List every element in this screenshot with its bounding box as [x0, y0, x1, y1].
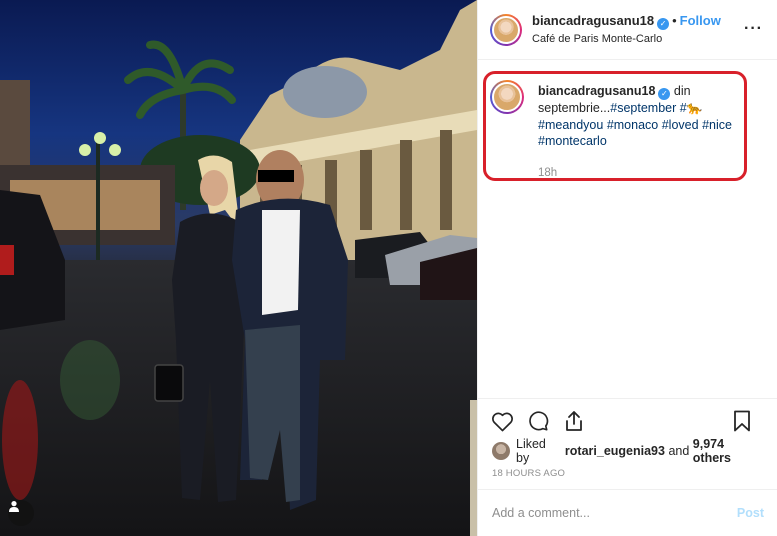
hashtag-link[interactable]: #loved — [662, 118, 699, 132]
caption: biancadragusanu18 ✓ din septembrie...#sep… — [490, 80, 740, 181]
caption-avatar[interactable] — [490, 80, 524, 114]
hashtag-link[interactable]: #montecarlo — [538, 134, 607, 148]
action-section: Liked by rotari_eugenia93 and 9,974 othe… — [478, 398, 777, 479]
action-bar — [478, 399, 777, 443]
post-header: biancadragusanu18 ✓ • Follow Café de Paris … — [478, 0, 777, 60]
hashtag-link[interactable]: #nice — [702, 118, 732, 132]
verified-badge-icon: ✓ — [658, 88, 671, 100]
bookmark-icon[interactable] — [730, 409, 754, 433]
post-photo[interactable] — [0, 0, 477, 536]
location-link[interactable]: Café de Paris Monte-Carlo — [532, 31, 721, 47]
post-sidebar: biancadragusanu18 ✓ • Follow Café de Paris … — [477, 0, 777, 536]
post-comment-button[interactable]: Post — [737, 506, 764, 520]
comment-composer: Post — [478, 489, 777, 536]
caption-username[interactable]: biancadragusanu18 — [538, 84, 655, 98]
leopard-emoji: 🐆 — [686, 101, 703, 115]
separator: • — [672, 12, 677, 28]
photo-scene — [0, 0, 477, 536]
liker-username[interactable]: rotari_eugenia93 — [565, 444, 665, 458]
share-icon[interactable] — [562, 409, 586, 433]
hashtag-link[interactable]: #meandyou — [538, 118, 603, 132]
tagged-users-button[interactable] — [8, 500, 34, 526]
verified-badge-icon: ✓ — [657, 17, 670, 30]
post-timestamp[interactable]: 18 HOURS AGO — [478, 468, 777, 479]
more-options-icon[interactable]: ··· — [744, 21, 763, 37]
person-icon — [9, 501, 19, 512]
hashtag-link[interactable]: #monaco — [607, 118, 658, 132]
liker-avatar[interactable] — [492, 442, 510, 460]
author-username[interactable]: biancadragusanu18 — [532, 13, 654, 28]
follow-button[interactable]: Follow — [680, 13, 721, 28]
hashtag-link[interactable]: # — [680, 101, 687, 115]
comment-input[interactable] — [492, 506, 729, 520]
heart-icon[interactable] — [490, 409, 514, 433]
likes-middle: and — [668, 444, 690, 458]
hashtag-link[interactable]: #september — [610, 101, 676, 115]
likes-summary: Liked by rotari_eugenia93 and 9,974 othe… — [478, 437, 777, 465]
caption-age[interactable]: 18h — [538, 165, 734, 182]
comment-icon[interactable] — [526, 409, 550, 433]
author-avatar[interactable] — [490, 13, 522, 46]
